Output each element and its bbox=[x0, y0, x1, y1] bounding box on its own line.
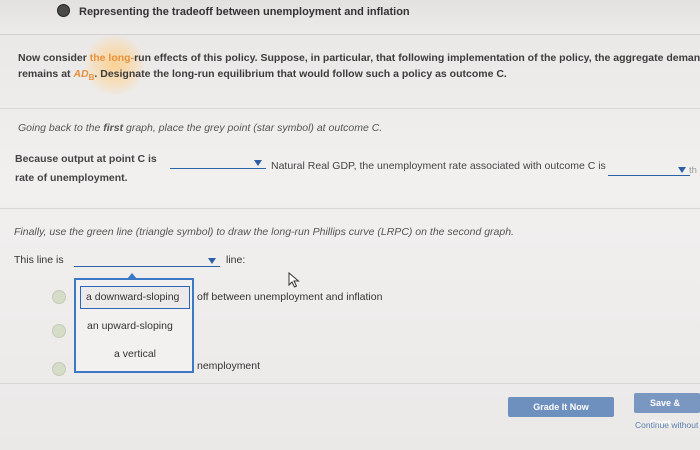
save-continue-button[interactable]: Save & Cont bbox=[634, 393, 700, 428]
intro-text: remains at bbox=[18, 68, 74, 80]
q2-prefix: Because output at point C is bbox=[15, 153, 157, 165]
intro-text: run effects of this policy. Suppose, in … bbox=[134, 52, 700, 64]
intro-highlight: the long- bbox=[89, 52, 135, 64]
chevron-down-icon bbox=[678, 167, 686, 173]
dropdown-option-vertical[interactable]: a vertical bbox=[80, 344, 190, 367]
radio-option-3-text: nemployment bbox=[197, 360, 261, 372]
question3-prompt: Finally, use the green line (triangle sy… bbox=[14, 226, 514, 238]
intro-line-1: Now consider the long-run effects of thi… bbox=[18, 50, 700, 66]
radio-option-2[interactable] bbox=[52, 324, 66, 338]
q1-text: Going back to the bbox=[18, 122, 104, 134]
continue-without-link[interactable]: Continue without bbox=[635, 420, 698, 430]
unemployment-dropdown[interactable] bbox=[608, 163, 690, 176]
radio-option-1[interactable] bbox=[52, 290, 66, 304]
grade-it-now-button[interactable]: Grade It Now bbox=[508, 397, 614, 417]
q3-prefix: This line is bbox=[14, 254, 64, 266]
divider bbox=[0, 108, 700, 109]
dropdown-option-downward[interactable]: a downward-sloping bbox=[80, 286, 190, 309]
intro-text: Now consider bbox=[18, 52, 90, 64]
chevron-down-icon bbox=[254, 160, 262, 166]
chevron-down-icon bbox=[208, 258, 216, 264]
q2-middle: Natural Real GDP, the unemployment rate … bbox=[271, 160, 606, 172]
intro-line-2: remains at ADB. Designate the long-run e… bbox=[18, 66, 700, 86]
q1-bold: first bbox=[103, 122, 124, 134]
q3-suffix: line: bbox=[226, 254, 246, 266]
radio-option-3[interactable] bbox=[52, 362, 66, 376]
section-title: Representing the tradeoff between unempl… bbox=[79, 6, 410, 18]
q1-text: graph, place the grey point (star symbol… bbox=[123, 122, 383, 134]
divider bbox=[0, 208, 700, 209]
intro-paragraph: Now consider the long-run effects of thi… bbox=[18, 50, 700, 86]
radio-option-1-text: off between unemployment and inflation bbox=[197, 291, 383, 303]
divider bbox=[0, 383, 700, 384]
section-bullet-icon bbox=[57, 4, 70, 17]
q2-line2: rate of unemployment. bbox=[15, 172, 128, 184]
ad-label: AD bbox=[73, 68, 89, 80]
dropdown-option-upward[interactable]: an upward-sloping bbox=[80, 316, 190, 339]
output-dropdown[interactable] bbox=[170, 156, 266, 169]
line-type-dropdown-menu: a downward-sloping an upward-sloping a v… bbox=[74, 273, 194, 373]
line-type-dropdown[interactable] bbox=[74, 254, 220, 267]
mouse-cursor-icon bbox=[288, 272, 300, 288]
q2-suffix: th bbox=[689, 165, 697, 176]
intro-text: . Designate the long-run equilibrium tha… bbox=[94, 68, 507, 80]
question1-prompt: Going back to the first graph, place the… bbox=[18, 122, 382, 134]
dropdown-caret-icon bbox=[127, 273, 137, 279]
